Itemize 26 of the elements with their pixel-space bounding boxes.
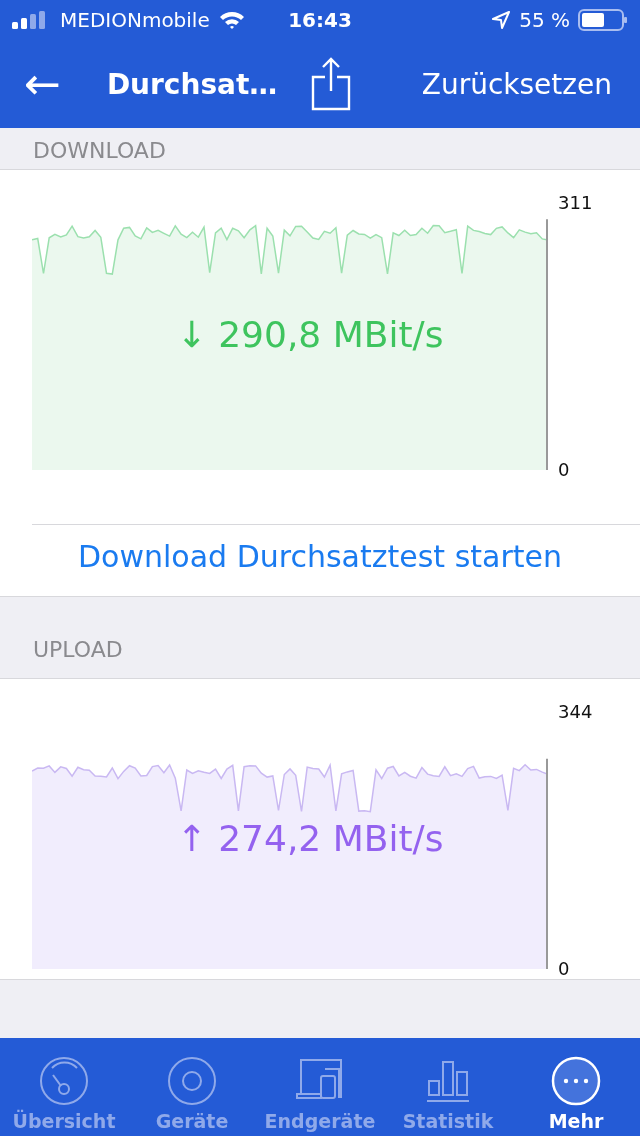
tab-bar-item[interactable]: Endgeräte [258,1056,382,1132]
battery-percent: 55 % [519,8,570,32]
back-button[interactable]: ← [24,62,61,106]
carrier-name: MEDIONmobile [60,8,210,32]
disc-icon [167,1056,217,1106]
throughput-reading: ↓ 290,8 MBit/s [176,313,444,355]
start-test-link[interactable]: Download Durchsatztest starten [78,539,562,574]
section-header: DOWNLOAD [33,138,166,163]
share-icon[interactable] [311,57,352,111]
section-header: UPLOAD [33,637,123,662]
tab-bar-item[interactable]: Mehr [514,1056,638,1132]
axis-min-label: 0 [558,958,571,979]
tab-bar-item[interactable]: Übersicht [2,1056,126,1132]
axis-max-label: 311 [558,192,593,213]
more-icon [551,1056,601,1106]
axis-min-label: 0 [558,459,571,480]
gauge-icon [39,1056,89,1106]
reset-button[interactable]: Zurücksetzen [421,67,612,101]
throughput-reading: ↑ 274,2 MBit/s [176,817,444,859]
screen-title: Durchsat… [106,67,278,101]
location-icon [491,10,512,30]
clock: 16:43 [288,8,352,32]
battery-icon [578,9,628,31]
axis-max-label: 344 [558,701,593,722]
tab-bar-item[interactable]: Statistik [386,1056,510,1132]
tab-bar-item[interactable]: Geräte [130,1056,254,1132]
